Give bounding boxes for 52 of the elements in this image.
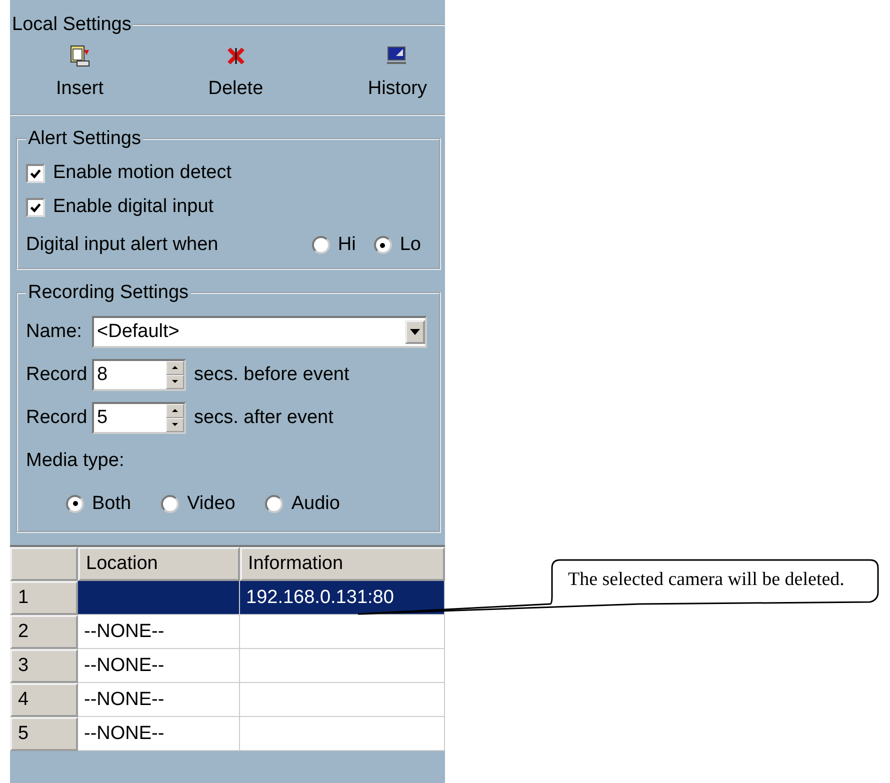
group-title: Local Settings (11, 14, 132, 36)
seconds-spinner[interactable]: 5 (92, 402, 186, 434)
delete-button[interactable]: Delete (202, 42, 270, 102)
checkmark-icon (29, 166, 42, 180)
radio-button[interactable] (161, 494, 180, 512)
document-add-icon (68, 44, 92, 68)
caret-icon (410, 328, 420, 334)
seconds-label: secs. after event (194, 406, 334, 428)
radio-label: Hi (338, 234, 356, 256)
checkbox-label: Enable digital input (53, 196, 214, 218)
checkbox[interactable] (26, 164, 45, 182)
radio-label: Video (187, 492, 236, 514)
table-cell: --NONE-- (78, 649, 240, 683)
group-title: Alert Settings (27, 128, 142, 150)
seconds-spinner[interactable]: 8 (92, 358, 186, 390)
radio-button[interactable] (66, 494, 84, 512)
group-title: Recording Settings (27, 282, 190, 304)
checkbox[interactable] (26, 198, 45, 216)
corner-header (10, 547, 78, 581)
radio-label: Audio (291, 492, 340, 514)
alert-label: Digital input alert when (26, 234, 218, 256)
table-cell: --NONE-- (78, 683, 240, 717)
up-arrow-icon (172, 366, 178, 369)
radio-button[interactable] (312, 236, 330, 254)
column-header[interactable]: Location (78, 547, 240, 581)
table-cell: --NONE-- (78, 615, 240, 649)
radio-button[interactable] (374, 236, 392, 254)
checkmark-icon (29, 200, 42, 214)
row-header[interactable]: 4 (10, 683, 78, 717)
record-label: Record (26, 406, 84, 428)
name-dropdown[interactable]: <Default> (92, 316, 427, 348)
down-arrow-icon (172, 423, 178, 426)
history-button[interactable]: History (362, 42, 433, 102)
radio-button[interactable] (265, 494, 284, 512)
record-label: Record (26, 364, 84, 386)
table-cell: --NONE-- (78, 717, 240, 751)
row-header[interactable]: 5 (10, 717, 78, 751)
row-header[interactable]: 1 (10, 581, 78, 615)
callout-text: The selected camera will be deleted. (568, 569, 844, 591)
up-arrow-icon (172, 409, 178, 412)
down-arrow-icon (172, 380, 178, 383)
row-header[interactable]: 3 (10, 649, 78, 683)
checkbox-label: Enable motion detect (53, 162, 232, 184)
column-header[interactable]: Information (240, 547, 445, 581)
seconds-label: secs. before event (194, 364, 350, 386)
media-type-label: Media type: (26, 450, 124, 472)
table-cell: 192.168.0.131:80 (240, 581, 445, 615)
radio-label: Lo (400, 234, 421, 256)
row-header[interactable]: 2 (10, 615, 78, 649)
radio-label: Both (92, 492, 132, 514)
name-label: Name: (26, 320, 83, 342)
insert-button[interactable]: Insert (50, 42, 110, 102)
